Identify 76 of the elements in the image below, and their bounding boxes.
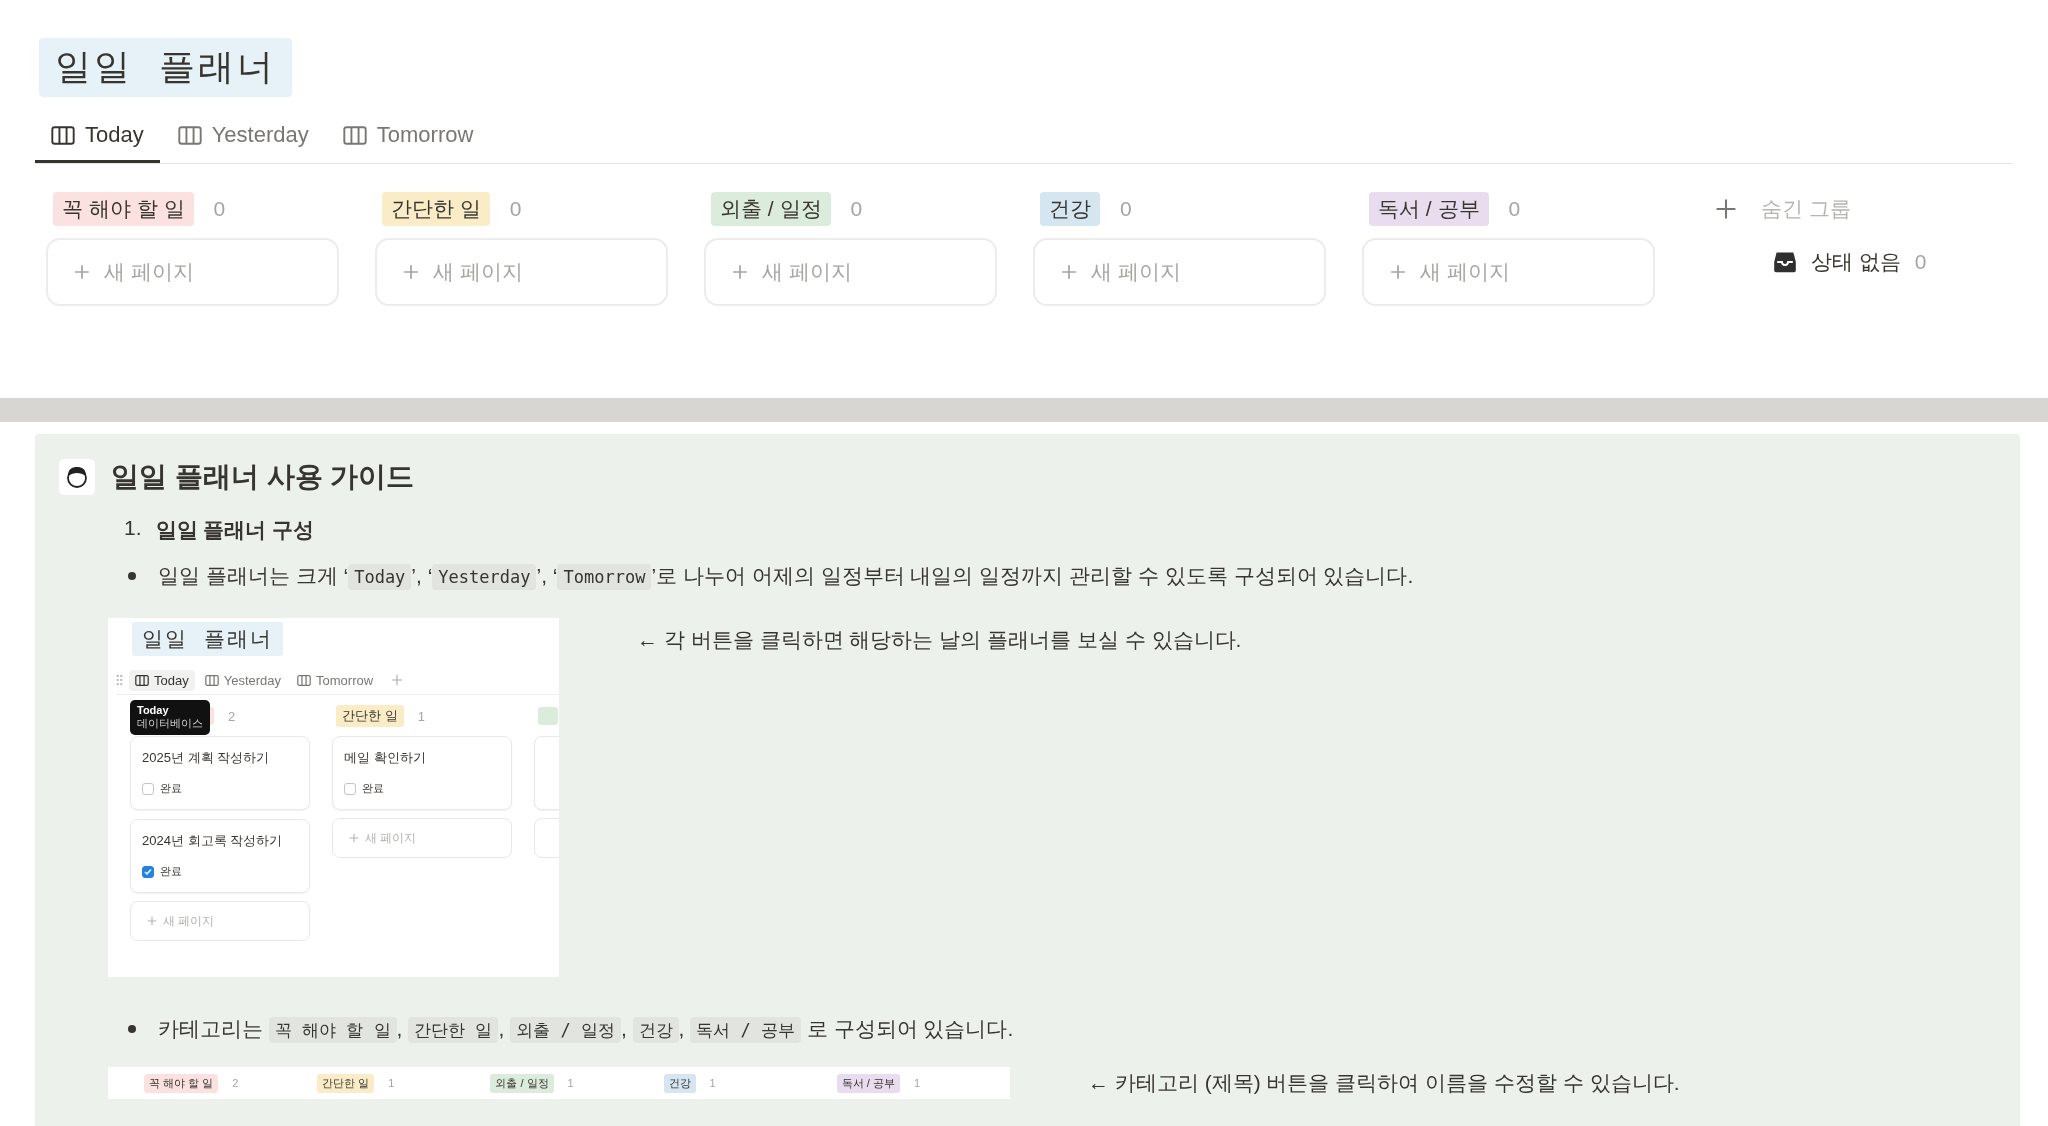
group-count: 1 [567, 1077, 574, 1089]
category-tag[interactable]: 건강 [663, 1073, 696, 1093]
card-title: 메일 확인하기 [344, 749, 427, 767]
task-card[interactable]: 메일 확인하기 완료 [332, 736, 512, 810]
category-tag[interactable] [538, 707, 558, 725]
checkbox-label: 완료 [160, 864, 182, 879]
group-name[interactable]: 상태 없음 [1811, 248, 1901, 276]
group-count: 1 [417, 708, 425, 724]
category-tag[interactable]: 꼭 해야 할 일 [144, 1073, 219, 1093]
group-count: 1 [709, 1077, 716, 1089]
checkbox-label: 완료 [362, 781, 384, 796]
page-title: 일일 플래너 [39, 38, 292, 97]
board-icon [177, 125, 202, 145]
drag-handle-icon [116, 674, 123, 686]
board-icon [342, 125, 367, 145]
view-tab[interactable]: Yesterday [198, 669, 288, 691]
card-title: 2025년 계획 작성하기 [142, 749, 271, 767]
section-heading: 일일 플래너 구성 [155, 517, 315, 543]
group-count: 2 [232, 1077, 239, 1089]
card-title: 2024년 회고록 작성하기 [142, 832, 284, 850]
plus-icon [1061, 264, 1077, 280]
add-view-icon[interactable] [391, 674, 404, 686]
view-tab[interactable]: Today [129, 669, 195, 691]
category-tag[interactable]: 외출 / 일정 [711, 192, 831, 226]
board-icon [204, 674, 219, 686]
group-count: 0 [1508, 197, 1521, 221]
plus-icon [349, 833, 359, 843]
bullet-dot [128, 1025, 136, 1033]
category-tag[interactable]: 간단한 일 [317, 1073, 375, 1093]
group-count: 0 [850, 197, 863, 221]
category-tag[interactable]: 외출 / 일정 [490, 1073, 554, 1093]
plus-icon [74, 264, 90, 280]
category-tag[interactable]: 독서 / 공부 [836, 1073, 900, 1093]
page-title: 일일 플래너 [132, 622, 283, 656]
plus-icon [1390, 264, 1406, 280]
bullet-text: 카테고리는 꼭 해야 할 일 , 간단한 일 , 외출 / 일정 , 건강 , 독서 / 공부 로 구성되어 있습니다. [158, 1015, 1014, 1043]
add-group-icon[interactable] [1715, 198, 1737, 220]
task-card[interactable]: 2024년 회고록 작성하기 완료 [130, 819, 310, 893]
task-card[interactable]: 2025년 계획 작성하기 완료 [130, 736, 310, 810]
group-count: 0 [1120, 197, 1132, 221]
view-tab[interactable]: Today [35, 114, 160, 163]
bullet-dot [128, 572, 136, 580]
tooltip-subtitle: 데이터베이스 [137, 716, 203, 731]
board-icon [297, 674, 312, 686]
plus-icon [403, 264, 419, 280]
checkbox[interactable] [142, 865, 154, 878]
category-tag[interactable]: 간단한 일 [336, 705, 404, 727]
plus-icon [732, 264, 748, 280]
view-tab[interactable]: Tomorrow [326, 114, 490, 163]
group-count: 0 [1914, 250, 1927, 274]
category-tag[interactable]: 간단한 일 [382, 192, 490, 226]
hidden-groups-label: 숨긴 그룹 [1761, 196, 1852, 222]
view-tab[interactable]: Tomorrow [291, 669, 380, 691]
board-icon [135, 674, 149, 686]
bullet-text: 일일 플래너는 크게 ‘ Today ’, ‘ Yesterday ’, ‘ Tomorrow ’로 나누어 어제의 일정부터 내일의 일정까지 관리할 수 있도록 구성되어 있습니다. [158, 562, 1414, 590]
view-tab[interactable]: Yesterday [161, 114, 325, 163]
group-count: 1 [388, 1077, 395, 1089]
group-count: 2 [228, 708, 236, 724]
category-tag[interactable]: 건강 [1040, 192, 1100, 226]
group-count: 0 [509, 197, 522, 221]
category-tag[interactable]: 독서 / 공부 [1369, 192, 1489, 226]
note-text: ← 카테고리 (제목) 버튼을 클릭하여 이름을 수정할 수 있습니다. [1088, 1070, 1680, 1096]
avatar-icon [59, 459, 95, 495]
inbox-icon [1773, 251, 1797, 273]
category-tag[interactable]: 꼭 해야 할 일 [53, 192, 194, 226]
checkbox-label: 완료 [160, 781, 182, 796]
checkbox[interactable] [142, 782, 154, 795]
group-count: 1 [914, 1077, 921, 1089]
note-text: ← 각 버튼을 클릭하면 해당하는 날의 플래너를 보실 수 있습니다. [637, 627, 1242, 653]
guide-heading: 일일 플래너 사용 가이드 [111, 460, 415, 494]
group-count: 0 [213, 197, 226, 221]
tooltip-title: Today [137, 704, 170, 716]
board-icon [51, 125, 75, 145]
checkbox[interactable] [344, 782, 356, 795]
plus-icon [147, 916, 157, 926]
list-number: 1. [124, 516, 142, 541]
